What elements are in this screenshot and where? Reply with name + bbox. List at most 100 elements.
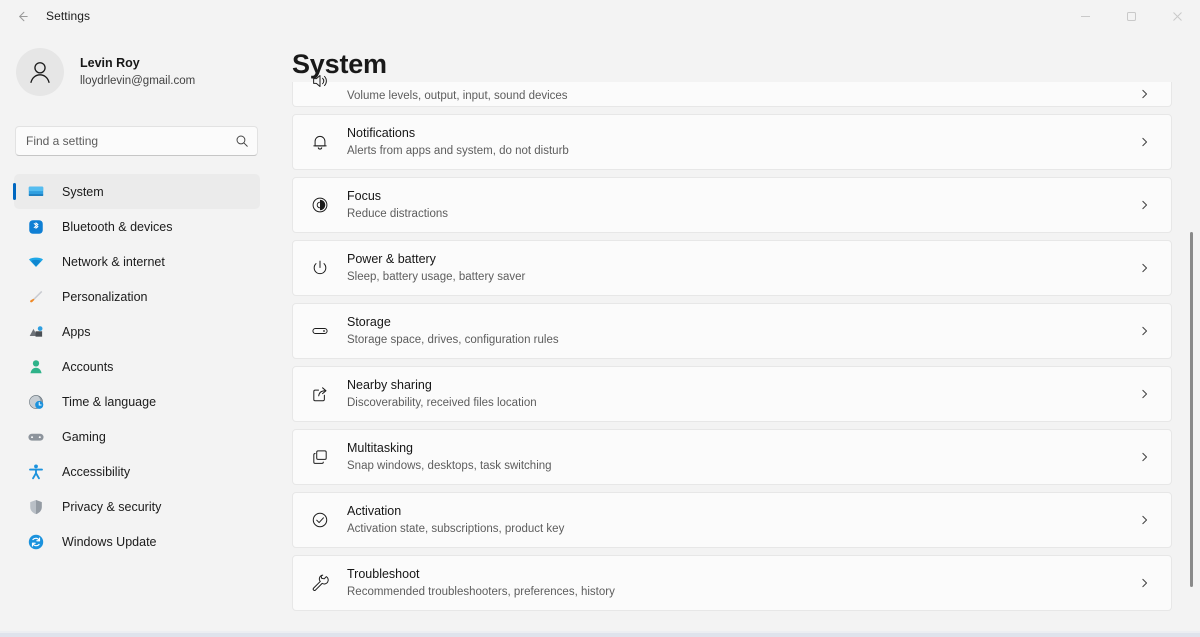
settings-row-title: Focus bbox=[347, 189, 448, 205]
chevron-right-icon[interactable] bbox=[1138, 325, 1151, 338]
scrollbar-thumb[interactable] bbox=[1190, 232, 1193, 587]
profile-name: Levin Roy bbox=[80, 55, 195, 71]
sidebar-item-label: Windows Update bbox=[62, 535, 157, 549]
settings-row-activation[interactable]: Activation Activation state, subscriptio… bbox=[292, 492, 1172, 548]
sidebar-item-label: System bbox=[62, 185, 104, 199]
sidebar-nav: System Bluetooth & devices bbox=[14, 174, 260, 559]
settings-row-title: Power & battery bbox=[347, 252, 525, 268]
window-controls bbox=[1062, 0, 1200, 32]
sidebar-item-label: Network & internet bbox=[62, 255, 165, 269]
share-icon bbox=[309, 384, 331, 404]
power-icon bbox=[309, 258, 331, 278]
chevron-right-icon[interactable] bbox=[1138, 262, 1151, 275]
sidebar-item-label: Apps bbox=[62, 325, 91, 339]
sidebar-item-label: Time & language bbox=[62, 395, 156, 409]
sidebar-item-label: Bluetooth & devices bbox=[62, 220, 173, 234]
focus-icon bbox=[309, 195, 331, 215]
sidebar-item-label: Accessibility bbox=[62, 465, 130, 479]
sidebar-item-apps[interactable]: Apps bbox=[14, 314, 260, 349]
sidebar-item-label: Privacy & security bbox=[62, 500, 161, 514]
chevron-right-icon[interactable] bbox=[1138, 136, 1151, 149]
settings-row-power-battery[interactable]: Power & battery Sleep, battery usage, ba… bbox=[292, 240, 1172, 296]
settings-row-title: Activation bbox=[347, 504, 564, 520]
settings-row-subtitle: Discoverability, received files location bbox=[347, 396, 537, 410]
settings-row-title: Nearby sharing bbox=[347, 378, 537, 394]
monitor-icon bbox=[26, 182, 46, 202]
settings-row-subtitle: Activation state, subscriptions, product… bbox=[347, 522, 564, 536]
settings-row-title: Notifications bbox=[347, 126, 569, 142]
settings-row-subtitle: Reduce distractions bbox=[347, 207, 448, 221]
page-title: System bbox=[292, 49, 387, 80]
gamepad-icon bbox=[26, 427, 46, 447]
wrench-icon bbox=[309, 573, 331, 593]
sidebar-item-personalization[interactable]: Personalization bbox=[14, 279, 260, 314]
settings-row-subtitle: Storage space, drives, configuration rul… bbox=[347, 333, 559, 347]
minimize-icon bbox=[1080, 11, 1091, 22]
chevron-right-icon[interactable] bbox=[1138, 514, 1151, 527]
chevron-right-icon[interactable] bbox=[1138, 199, 1151, 212]
settings-row-multitasking[interactable]: Multitasking Snap windows, desktops, tas… bbox=[292, 429, 1172, 485]
settings-row-subtitle: Recommended troubleshooters, preferences… bbox=[347, 585, 615, 599]
sidebar: Levin Roy lloydrlevin@gmail.com bbox=[0, 32, 280, 637]
chevron-right-icon[interactable] bbox=[1138, 451, 1151, 464]
content-area: System Volume levels, output, input, sou… bbox=[280, 32, 1200, 637]
speaker-icon bbox=[309, 70, 331, 92]
bottom-edge bbox=[0, 633, 1200, 637]
settings-row-focus[interactable]: Focus Reduce distractions bbox=[292, 177, 1172, 233]
account-icon bbox=[26, 357, 46, 377]
sidebar-item-label: Personalization bbox=[62, 290, 147, 304]
person-icon bbox=[25, 57, 55, 87]
apps-icon bbox=[26, 322, 46, 342]
chevron-right-icon[interactable] bbox=[1138, 577, 1151, 590]
close-button[interactable] bbox=[1154, 0, 1200, 32]
sidebar-item-network-internet[interactable]: Network & internet bbox=[14, 244, 260, 279]
sidebar-item-bluetooth-devices[interactable]: Bluetooth & devices bbox=[14, 209, 260, 244]
sidebar-item-label: Gaming bbox=[62, 430, 106, 444]
sidebar-item-windows-update[interactable]: Windows Update bbox=[14, 524, 260, 559]
settings-row-storage[interactable]: Storage Storage space, drives, configura… bbox=[292, 303, 1172, 359]
settings-row-title: Storage bbox=[347, 315, 559, 331]
search-icon[interactable] bbox=[235, 134, 249, 148]
search-input[interactable] bbox=[26, 134, 235, 148]
search-box[interactable] bbox=[15, 126, 258, 156]
content-scrollbar[interactable] bbox=[1187, 72, 1197, 632]
settings-row-title: Multitasking bbox=[347, 441, 552, 457]
settings-row-sound[interactable]: Volume levels, output, input, sound devi… bbox=[292, 82, 1172, 107]
wifi-icon bbox=[26, 252, 46, 272]
profile-email: lloydrlevin@gmail.com bbox=[80, 74, 195, 89]
chevron-right-icon[interactable] bbox=[1138, 388, 1151, 401]
back-button[interactable] bbox=[6, 2, 38, 30]
check-circle-icon bbox=[309, 510, 331, 530]
settings-row-notifications[interactable]: Notifications Alerts from apps and syste… bbox=[292, 114, 1172, 170]
maximize-button[interactable] bbox=[1108, 0, 1154, 32]
settings-row-subtitle: Sleep, battery usage, battery saver bbox=[347, 270, 525, 284]
clock-globe-icon bbox=[26, 392, 46, 412]
accessibility-icon bbox=[26, 462, 46, 482]
settings-row-troubleshoot[interactable]: Troubleshoot Recommended troubleshooters… bbox=[292, 555, 1172, 611]
settings-window: Settings bbox=[0, 0, 1200, 637]
sidebar-item-accounts[interactable]: Accounts bbox=[14, 349, 260, 384]
minimize-button[interactable] bbox=[1062, 0, 1108, 32]
sidebar-item-gaming[interactable]: Gaming bbox=[14, 419, 260, 454]
settings-row-subtitle: Alerts from apps and system, do not dist… bbox=[347, 144, 569, 158]
settings-list: Volume levels, output, input, sound devi… bbox=[292, 82, 1172, 618]
user-profile[interactable]: Levin Roy lloydrlevin@gmail.com bbox=[0, 32, 280, 96]
title-bar: Settings bbox=[0, 0, 1200, 32]
settings-row-subtitle: Volume levels, output, input, sound devi… bbox=[347, 89, 568, 103]
bell-icon bbox=[309, 132, 331, 152]
close-icon bbox=[1172, 11, 1183, 22]
restore-icon bbox=[1126, 11, 1137, 22]
window-title: Settings bbox=[46, 9, 90, 23]
sidebar-item-time-language[interactable]: Time & language bbox=[14, 384, 260, 419]
sidebar-item-label: Accounts bbox=[62, 360, 113, 374]
avatar bbox=[16, 48, 64, 96]
settings-row-title: Troubleshoot bbox=[347, 567, 615, 583]
sidebar-item-accessibility[interactable]: Accessibility bbox=[14, 454, 260, 489]
settings-row-nearby-sharing[interactable]: Nearby sharing Discoverability, received… bbox=[292, 366, 1172, 422]
chevron-right-icon[interactable] bbox=[1138, 88, 1151, 101]
update-icon bbox=[26, 532, 46, 552]
sidebar-item-system[interactable]: System bbox=[14, 174, 260, 209]
paintbrush-icon bbox=[26, 287, 46, 307]
shield-icon bbox=[26, 497, 46, 517]
sidebar-item-privacy-security[interactable]: Privacy & security bbox=[14, 489, 260, 524]
